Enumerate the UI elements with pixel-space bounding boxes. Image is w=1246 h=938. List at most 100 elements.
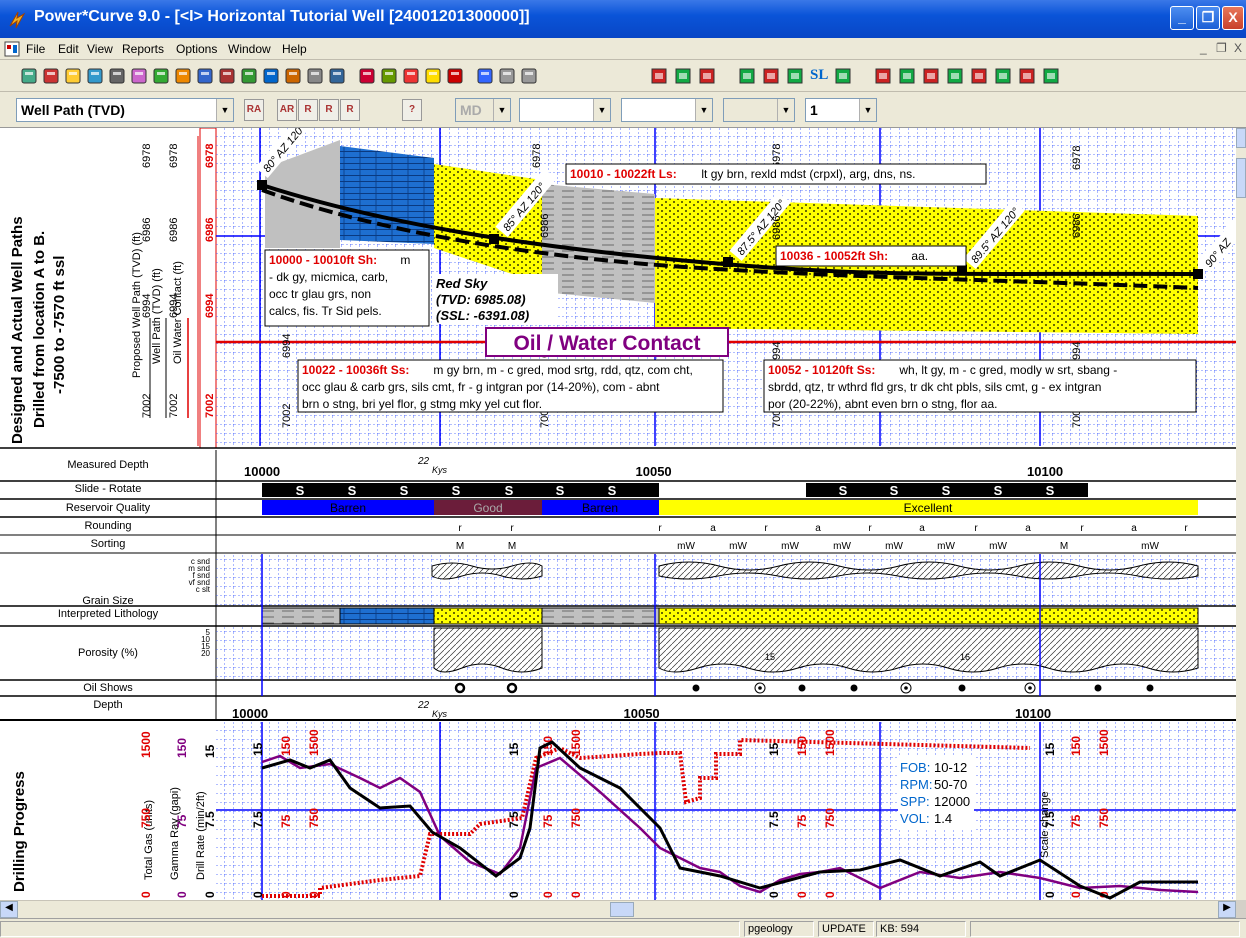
print-icon[interactable] bbox=[108, 67, 126, 85]
md-tick: 10000 bbox=[244, 464, 280, 479]
sorting-mark: mW bbox=[729, 541, 747, 552]
owc-label: Oil / Water Contact bbox=[513, 332, 700, 355]
layer-icon[interactable] bbox=[262, 67, 280, 85]
context-help-icon[interactable] bbox=[446, 67, 464, 85]
rounding-mark: a bbox=[815, 523, 821, 534]
log-canvas[interactable]: Designed and Actual Well Paths Drilled fr… bbox=[0, 109, 1246, 900]
help-icon[interactable] bbox=[424, 67, 442, 85]
slide-track-label: Slide - Rotate bbox=[75, 483, 142, 495]
zoom-in-button[interactable]: R bbox=[319, 99, 339, 121]
merge-icon[interactable] bbox=[674, 67, 692, 85]
sorting-mark: mW bbox=[781, 541, 799, 552]
param-value: 50-70 bbox=[934, 777, 967, 792]
vertical-scrollbar[interactable] bbox=[1236, 128, 1246, 900]
query-button[interactable]: ? bbox=[402, 99, 422, 121]
oil-show-marker bbox=[850, 684, 858, 692]
image-icon[interactable] bbox=[328, 67, 346, 85]
grain-scale: c slt bbox=[196, 585, 211, 594]
menu-file[interactable]: File bbox=[26, 42, 45, 56]
sl-button[interactable]: SL bbox=[810, 67, 836, 85]
screen-icon[interactable] bbox=[306, 67, 324, 85]
tools-icon[interactable] bbox=[42, 67, 60, 85]
table-icon[interactable] bbox=[284, 67, 302, 85]
vertical-scroll-thumb[interactable] bbox=[1236, 158, 1246, 198]
tree-icon[interactable] bbox=[698, 67, 716, 85]
tool-c-icon[interactable] bbox=[922, 67, 940, 85]
plot-depth-label: 6978 bbox=[1071, 146, 1083, 170]
oil-show-marker bbox=[454, 682, 466, 694]
blank-icon[interactable] bbox=[520, 67, 538, 85]
annotate-button[interactable]: AR bbox=[277, 99, 297, 121]
new-file-icon[interactable] bbox=[64, 67, 82, 85]
slide-mark: S bbox=[296, 483, 305, 498]
actual-depth-tick: 6978 bbox=[168, 144, 180, 168]
inline-scale-high: 150 bbox=[279, 736, 293, 756]
search-icon[interactable] bbox=[380, 67, 398, 85]
grid-icon[interactable] bbox=[240, 67, 258, 85]
stop-icon[interactable] bbox=[834, 67, 852, 85]
zoom-out-button[interactable]: R bbox=[340, 99, 360, 121]
rotate-button[interactable]: RA bbox=[244, 99, 264, 121]
menu-edit[interactable]: Edit bbox=[58, 42, 79, 56]
menu-reports[interactable]: Reports bbox=[122, 42, 164, 56]
inline-scale-high: 15 bbox=[767, 742, 781, 756]
tool-e-icon[interactable] bbox=[970, 67, 988, 85]
panel2-icon[interactable] bbox=[762, 67, 780, 85]
flag-icon[interactable] bbox=[402, 67, 420, 85]
tool-d-icon[interactable] bbox=[946, 67, 964, 85]
tool-h-icon[interactable] bbox=[1042, 67, 1060, 85]
menu-help[interactable]: Help bbox=[282, 42, 307, 56]
mdi-close-button[interactable]: X bbox=[1234, 41, 1242, 55]
panel-icon[interactable] bbox=[738, 67, 756, 85]
horizontal-scrollbar[interactable]: ◀ ▶ bbox=[0, 900, 1236, 918]
document-icon[interactable] bbox=[4, 41, 20, 57]
scale-select[interactable]: 1 ▼ bbox=[805, 98, 877, 122]
undo-icon[interactable] bbox=[476, 67, 494, 85]
tool-f-icon[interactable] bbox=[994, 67, 1012, 85]
horizontal-scroll-thumb[interactable] bbox=[610, 902, 634, 917]
stamp-icon[interactable] bbox=[130, 67, 148, 85]
desc-10010-head: 10010 - 10022ft Ls: bbox=[570, 167, 677, 181]
scroll-right-button[interactable]: ▶ bbox=[1218, 901, 1236, 918]
curve-icon[interactable] bbox=[196, 67, 214, 85]
color-icon[interactable] bbox=[358, 67, 376, 85]
sorting-mark: M bbox=[508, 541, 516, 552]
maximize-button[interactable]: ❐ bbox=[1196, 6, 1220, 30]
chart-icon[interactable] bbox=[174, 67, 192, 85]
export-icon[interactable] bbox=[152, 67, 170, 85]
md-select[interactable]: MD ▼ bbox=[455, 98, 511, 122]
ruler-button[interactable]: R bbox=[298, 99, 318, 121]
tool-g-icon[interactable] bbox=[1018, 67, 1036, 85]
scroll-left-button[interactable]: ◀ bbox=[0, 901, 18, 918]
splice-icon[interactable] bbox=[650, 67, 668, 85]
mdi-minimize-button[interactable]: _ bbox=[1200, 41, 1207, 55]
panel3-icon[interactable] bbox=[786, 67, 804, 85]
minimize-button[interactable]: _ bbox=[1170, 6, 1194, 30]
view-select[interactable]: Well Path (TVD) ▼ bbox=[16, 98, 234, 122]
tool-a-icon[interactable] bbox=[874, 67, 892, 85]
desc-10052-line: wh, lt gy, m - c gred, modly w srt, sban… bbox=[898, 363, 1117, 377]
track-select-2[interactable]: ▼ bbox=[621, 98, 713, 122]
desc-10022-head: 10022 - 10036ft Ss: bbox=[302, 363, 409, 377]
well-path-panel: Designed and Actual Well Paths Drilled fr… bbox=[0, 109, 1246, 449]
track-select-1[interactable]: ▼ bbox=[519, 98, 611, 122]
scroll-up-button[interactable] bbox=[1236, 128, 1246, 148]
owc-depth-tick: 6994 bbox=[204, 293, 216, 318]
proposed-depth-tick: 6994 bbox=[141, 294, 153, 318]
menu-window[interactable]: Window bbox=[228, 42, 271, 56]
open-folder-icon[interactable] bbox=[86, 67, 104, 85]
tool-b-icon[interactable] bbox=[898, 67, 916, 85]
track-select-3[interactable]: ▼ bbox=[723, 98, 795, 122]
wand-icon[interactable] bbox=[20, 67, 38, 85]
mdi-restore-button[interactable]: ❐ bbox=[1216, 41, 1227, 55]
status-extra bbox=[970, 921, 1240, 937]
depth-tick: 10050 bbox=[624, 706, 660, 721]
redo-icon[interactable] bbox=[498, 67, 516, 85]
track-icon[interactable] bbox=[218, 67, 236, 85]
close-button[interactable]: X bbox=[1222, 6, 1244, 30]
survey-station-marker bbox=[257, 180, 267, 190]
menu-view[interactable]: View bbox=[87, 42, 113, 56]
status-message bbox=[0, 921, 740, 937]
inline-scale-mid: 7.5 bbox=[251, 811, 265, 828]
menu-options[interactable]: Options bbox=[176, 42, 217, 56]
